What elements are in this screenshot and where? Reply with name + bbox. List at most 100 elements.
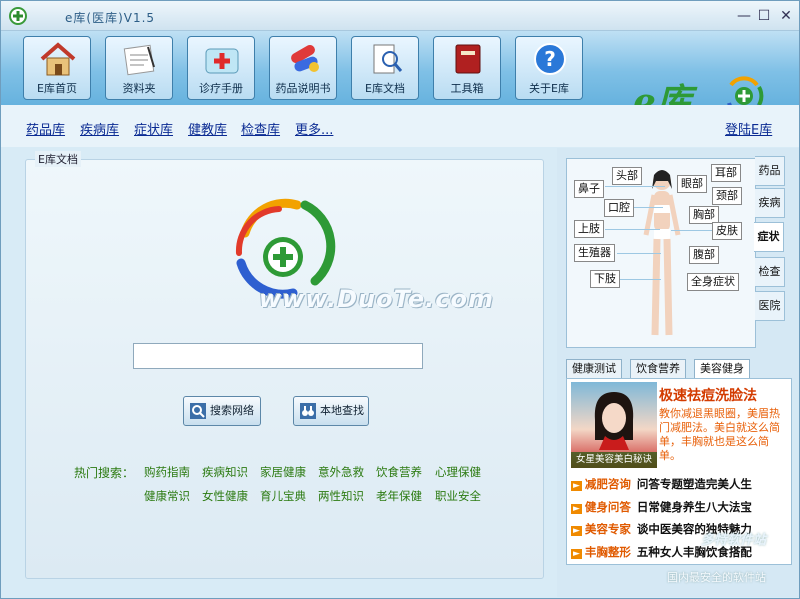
hot-link[interactable]: 家居健康	[260, 464, 306, 480]
arrow-icon: ►	[571, 526, 582, 536]
doc-panel-title: E库文档	[35, 151, 81, 167]
arrow-icon: ►	[571, 549, 582, 559]
body-label-eye[interactable]: 眼部	[677, 175, 707, 193]
pointer-line	[605, 229, 660, 230]
tab-hospitals[interactable]: 医院	[755, 291, 785, 321]
body-label-leg[interactable]: 下肢	[590, 270, 620, 288]
news-row[interactable]: ► 减肥咨询 问答专题塑造完美人生	[571, 476, 752, 492]
corner-watermark: 多特软件站	[701, 533, 767, 548]
toolbar-about-button[interactable]: ? 关于E库	[515, 36, 583, 100]
close-button[interactable]: ✕	[777, 7, 795, 25]
hot-link[interactable]: 意外急救	[318, 464, 364, 480]
body-label-arm[interactable]: 上肢	[574, 220, 604, 238]
toolbar-folder-button[interactable]: 资料夹	[105, 36, 173, 100]
news-title[interactable]: 问答专题塑造完美人生	[637, 477, 752, 491]
promo-title[interactable]: 极速祛痘洗脸法	[659, 385, 757, 405]
window-title: e库(医库)V1.5	[65, 11, 156, 25]
news-category[interactable]: 丰胸整形	[585, 545, 631, 559]
body-label-abdomen[interactable]: 腹部	[689, 246, 719, 264]
hot-link[interactable]: 疾病知识	[202, 464, 248, 480]
body-label-ear[interactable]: 耳部	[711, 164, 741, 182]
book-icon	[455, 44, 481, 74]
search-local-label: 本地查找	[320, 404, 364, 417]
body-label-genitals[interactable]: 生殖器	[574, 244, 615, 262]
toolbar-folder-label: 资料夹	[122, 82, 156, 95]
folder-icon	[123, 44, 155, 76]
minimize-button[interactable]: —	[735, 7, 753, 25]
main-toolbar: E库首页 资料夹 诊疗手册 药品说明书 E库文档 工具箱 ? 关于E库 e库	[1, 31, 799, 123]
body-label-skin[interactable]: 皮肤	[712, 222, 742, 240]
nav-link-diseases[interactable]: 疾病库	[80, 119, 119, 138]
tab-exams[interactable]: 检查	[755, 257, 785, 287]
body-label-head[interactable]: 头部	[612, 167, 642, 185]
arrow-icon: ►	[571, 481, 582, 491]
watermark-text: www.DuoTe.com	[259, 285, 494, 313]
tab-drugs[interactable]: 药品	[755, 156, 785, 186]
login-link[interactable]: 登陆E库	[725, 119, 772, 138]
app-logo-icon	[9, 7, 27, 25]
tab-beauty[interactable]: 美容健身	[694, 359, 750, 379]
tab-symptoms[interactable]: 症状	[754, 222, 784, 252]
nav-link-exams[interactable]: 检查库	[241, 119, 280, 138]
toolbar-tools-label: 工具箱	[450, 82, 484, 95]
pointer-line	[605, 186, 665, 187]
nav-link-symptoms[interactable]: 症状库	[134, 119, 173, 138]
hot-link[interactable]: 购药指南	[144, 464, 190, 480]
body-label-neck[interactable]: 颈部	[712, 187, 742, 205]
hot-link[interactable]: 育儿宝典	[260, 488, 306, 504]
news-title[interactable]: 日常健身养生八大法宝	[637, 500, 752, 514]
nav-bar: 药品库 疾病库 症状库 健教库 检查库 更多... 登陆E库	[1, 105, 799, 147]
search-web-button[interactable]: 搜索网络	[183, 396, 261, 426]
nav-link-more[interactable]: 更多...	[295, 119, 333, 138]
tab-diet[interactable]: 饮食营养	[630, 359, 686, 379]
pointer-line	[671, 230, 713, 231]
corner-watermark-sub: 国内最安全的软件站	[667, 571, 766, 584]
toolbar-about-label: 关于E库	[529, 82, 569, 95]
toolbar-drug-manual-label: 药品说明书	[275, 82, 331, 95]
hot-link[interactable]: 女性健康	[202, 488, 248, 504]
title-bar[interactable]: e库(医库)V1.5 — ☐ ✕	[1, 1, 799, 31]
pointer-line	[617, 253, 661, 254]
toolbar-docs-label: E库文档	[365, 82, 405, 95]
toolbar-handbook-label: 诊疗手册	[199, 82, 243, 95]
search-icon	[190, 403, 206, 419]
toolbar-handbook-button[interactable]: 诊疗手册	[187, 36, 255, 100]
hot-link[interactable]: 心理保健	[435, 464, 481, 480]
toolbar-home-label: E库首页	[37, 82, 77, 95]
maximize-button[interactable]: ☐	[755, 7, 773, 25]
body-label-nose[interactable]: 鼻子	[574, 180, 604, 198]
health-tabs: 健康测试 饮食营养 美容健身	[566, 359, 792, 379]
nav-link-health-edu[interactable]: 健教库	[188, 119, 227, 138]
search-web-label: 搜索网络	[210, 404, 254, 417]
help-icon: ?	[534, 43, 566, 75]
news-row[interactable]: ► 健身问答 日常健身养生八大法宝	[571, 499, 752, 515]
pointer-line	[619, 279, 661, 280]
tab-health-test[interactable]: 健康测试	[566, 359, 622, 379]
body-label-whole-body[interactable]: 全身症状	[687, 273, 739, 291]
binoculars-icon	[300, 403, 316, 419]
hot-link[interactable]: 饮食营养	[376, 464, 422, 480]
hot-link[interactable]: 健康常识	[144, 488, 190, 504]
search-input[interactable]	[133, 343, 423, 369]
tab-diseases[interactable]: 疾病	[755, 188, 785, 218]
toolbar-drug-manual-button[interactable]: 药品说明书	[269, 36, 337, 100]
news-category[interactable]: 健身问答	[585, 500, 631, 514]
search-local-button[interactable]: 本地查找	[293, 396, 369, 426]
toolbar-home-button[interactable]: E库首页	[23, 36, 91, 100]
svg-text:?: ?	[544, 47, 556, 71]
hot-link[interactable]: 职业安全	[435, 488, 481, 504]
body-figure-icon	[643, 170, 681, 336]
arrow-icon: ►	[571, 504, 582, 514]
news-category[interactable]: 美容专家	[585, 522, 631, 536]
hot-link[interactable]: 老年保健	[376, 488, 422, 504]
pointer-line	[633, 207, 663, 208]
body-label-mouth[interactable]: 口腔	[604, 199, 634, 217]
nav-link-drugs[interactable]: 药品库	[26, 119, 65, 138]
toolbar-docs-button[interactable]: E库文档	[351, 36, 419, 100]
toolbar-tools-button[interactable]: 工具箱	[433, 36, 501, 100]
news-category[interactable]: 减肥咨询	[585, 477, 631, 491]
document-icon	[373, 44, 403, 74]
hot-link[interactable]: 两性知识	[318, 488, 364, 504]
portrait-icon	[594, 392, 634, 450]
promo-text: 教你减退黑眼圈，美眉热门减肥法。美白就这么简单，丰胸就也是这么简单。	[659, 407, 780, 462]
